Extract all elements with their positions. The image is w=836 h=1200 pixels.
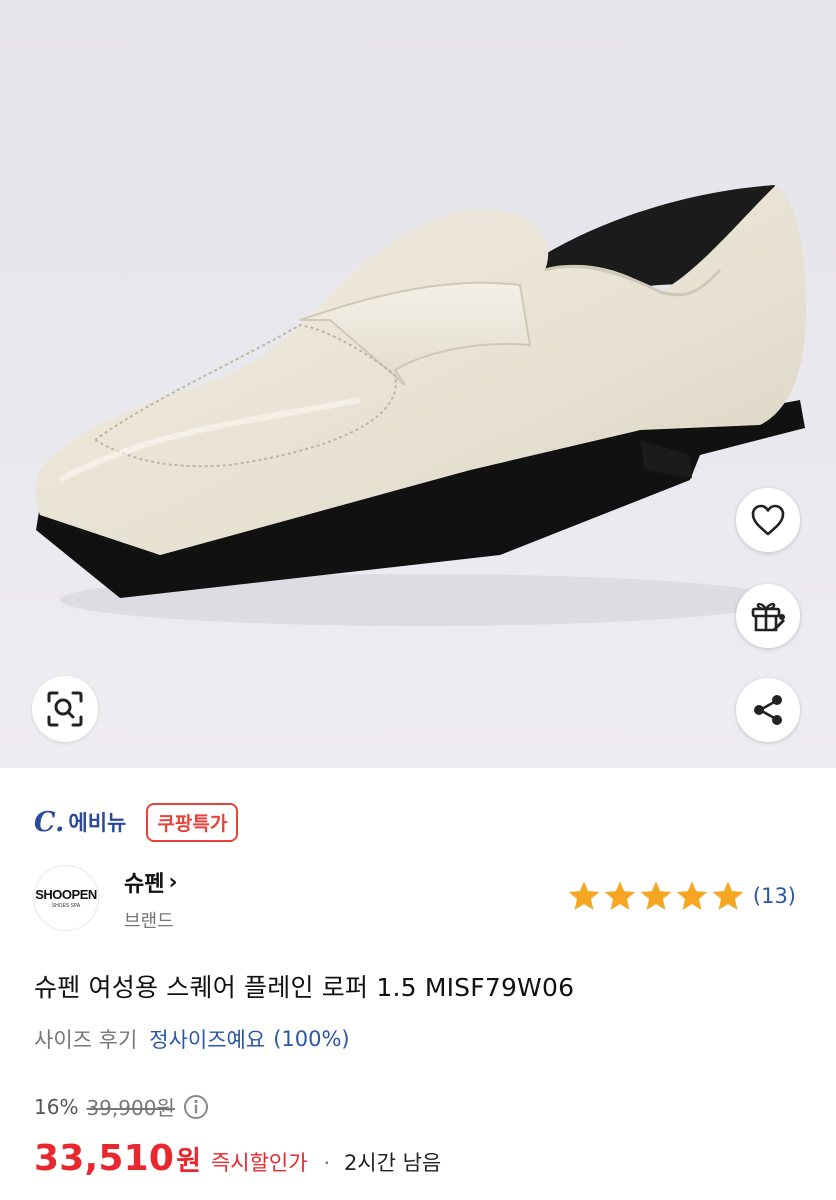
brand-logo-subtext: SHOES SPA xyxy=(51,903,81,909)
coupang-deal-badge: 쿠팡특가 xyxy=(146,802,239,842)
chevron-right-icon: › xyxy=(168,869,178,895)
original-price-row: 16% 39,900원 xyxy=(34,1092,209,1121)
size-review-label: 사이즈 후기 xyxy=(34,1028,138,1052)
star-icon xyxy=(568,881,600,910)
product-title: 슈펜 여성용 스퀘어 플레인 로퍼 1.5 MISF79W06 xyxy=(34,973,575,1002)
time-remaining: 2시간 남음 xyxy=(343,1151,442,1175)
review-count[interactable]: (13) xyxy=(753,884,796,908)
separator-dot: · xyxy=(323,1151,330,1175)
brand-logo[interactable]: SHOOPEN SHOES SPA xyxy=(34,866,98,930)
image-search-icon xyxy=(47,691,83,727)
brand-logo-text: SHOOPEN xyxy=(35,887,97,902)
discount-rate: 16% xyxy=(34,1094,79,1119)
vendor-row[interactable]: C. 에비뉴 쿠팡특가 xyxy=(34,802,239,842)
brand-label: 브랜드 xyxy=(124,911,174,932)
instant-discount-label: 즉시할인가 xyxy=(210,1151,308,1175)
brand-link[interactable]: 슈펜 › xyxy=(124,866,178,898)
gift-icon xyxy=(751,602,785,632)
rating[interactable]: (13) xyxy=(567,880,796,912)
sale-price-row: 33,510 원 즉시할인가 · 2시간 남음 xyxy=(34,1138,441,1179)
share-icon xyxy=(754,695,782,725)
size-review-percent: (100%) xyxy=(273,1027,350,1051)
heart-icon xyxy=(751,504,785,536)
image-search-button[interactable] xyxy=(32,676,98,742)
loafer-shoe-image xyxy=(35,185,806,626)
brand-name: 슈펜 xyxy=(124,872,165,897)
sale-price: 33,510 xyxy=(34,1138,175,1179)
star-icon xyxy=(640,881,672,910)
star-icon xyxy=(604,881,636,910)
wishlist-button[interactable] xyxy=(736,488,800,552)
price-unit: 원 xyxy=(176,1146,201,1177)
star-icon xyxy=(676,881,708,910)
size-review[interactable]: 사이즈 후기 정사이즈예요 (100%) xyxy=(34,1024,350,1054)
vendor-logo: C. xyxy=(34,806,65,838)
gift-button[interactable] xyxy=(736,584,800,648)
info-icon[interactable] xyxy=(183,1094,209,1120)
star-icon xyxy=(712,881,744,910)
share-button[interactable] xyxy=(736,678,800,742)
size-review-value: 정사이즈예요 xyxy=(149,1028,266,1052)
vendor-name[interactable]: 에비뉴 xyxy=(68,807,126,837)
original-price: 39,900원 xyxy=(86,1096,175,1120)
product-image[interactable] xyxy=(0,0,836,768)
